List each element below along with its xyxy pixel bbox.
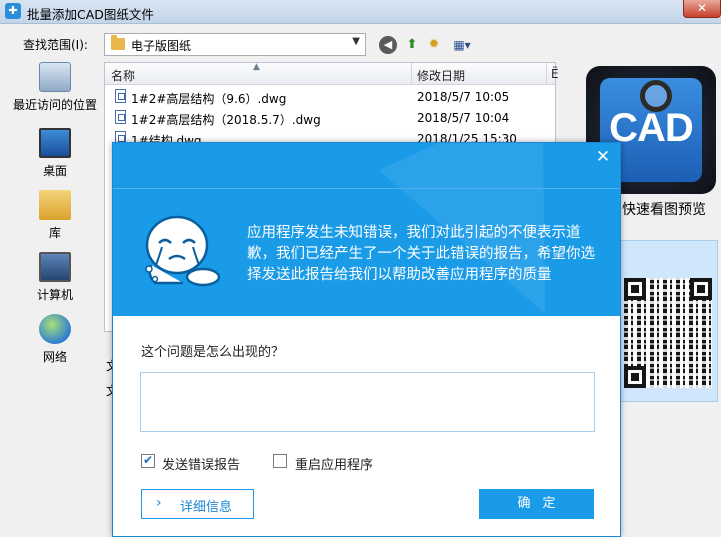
place-label: 桌面 <box>42 164 67 178</box>
column-header-name[interactable]: 名称 <box>111 67 135 84</box>
file-date: 2018/5/7 10:04 <box>417 111 510 125</box>
send-report-checkbox[interactable] <box>141 453 155 468</box>
file-row[interactable]: 1#2#高层结构（9.6）.dwg 2018/5/7 10:05 <box>105 86 555 107</box>
place-desktop[interactable]: 桌面 <box>8 128 102 190</box>
lookin-label: 查找范围(I): <box>23 38 88 52</box>
place-library[interactable]: 库 <box>8 190 102 252</box>
place-recent[interactable]: 最近访问的位置 <box>8 62 102 124</box>
desktop-icon <box>39 128 71 158</box>
send-report-label[interactable]: 发送错误报告 <box>162 454 240 473</box>
window-close-button[interactable]: ✕ <box>683 0 721 18</box>
views-menu-icon[interactable]: ▦▾ <box>450 36 474 54</box>
place-label: 库 <box>48 226 61 240</box>
file-name: 1#2#高层结构（9.6）.dwg <box>131 92 287 106</box>
file-list-header: ▲ 名称 修改日期 Ë <box>105 62 559 85</box>
new-folder-icon[interactable]: ✹ <box>425 36 443 54</box>
window-title: 批量添加CAD图纸文件 <box>27 7 154 22</box>
details-label: 详细信息 <box>180 500 233 515</box>
chevron-down-icon: ▼ <box>352 36 360 47</box>
problem-description-input[interactable] <box>140 372 595 432</box>
computer-icon <box>39 252 71 282</box>
lookin-value: 电子版图纸 <box>131 39 192 53</box>
restart-app-checkbox[interactable] <box>273 454 287 468</box>
ok-button[interactable]: 确定 <box>479 489 594 519</box>
place-computer[interactable]: 计算机 <box>8 252 102 314</box>
column-header-date[interactable]: 修改日期 <box>417 67 465 84</box>
close-icon[interactable]: ✕ <box>592 146 614 168</box>
network-icon <box>39 314 71 344</box>
file-row[interactable]: 1#2#高层结构（2018.5.7）.dwg 2018/5/7 10:04 <box>105 107 555 128</box>
place-label: 计算机 <box>36 288 73 302</box>
question-label: 这个问题是怎么出现的？ <box>141 345 285 360</box>
up-folder-icon[interactable]: ⬆ <box>403 36 421 54</box>
chevron-right-icon: › <box>156 495 162 511</box>
crying-mascot-icon <box>145 215 221 287</box>
app-icon: ✚ <box>5 3 21 19</box>
recent-places-icon <box>39 62 71 92</box>
folder-icon <box>111 35 125 50</box>
error-report-dialog: ✕ 应用程序发生未知错误，我们对此引起的不便表示道歉，我们已经产生了一个关于此错… <box>112 142 621 537</box>
file-date: 2018/5/7 10:05 <box>417 90 510 104</box>
place-network[interactable]: 网络 <box>8 314 102 376</box>
preview-caption: 快速看图预览 <box>622 202 706 218</box>
place-label: 最近访问的位置 <box>12 98 97 112</box>
window-titlebar: ✚ 批量添加CAD图纸文件 ✕ <box>0 0 721 24</box>
dwg-file-icon <box>115 89 126 103</box>
sort-ascending-icon: ▲ <box>253 62 260 72</box>
error-message: 应用程序发生未知错误，我们对此引起的不便表示道歉，我们已经产生了一个关于此错误的… <box>247 225 595 283</box>
column-header-type[interactable]: Ë <box>551 67 559 81</box>
file-name: 1#2#高层结构（2018.5.7）.dwg <box>131 113 321 127</box>
dwg-file-icon <box>115 110 126 124</box>
qr-code-icon <box>624 278 712 388</box>
error-dialog-header: ✕ 应用程序发生未知错误，我们对此引起的不便表示道歉，我们已经产生了一个关于此错… <box>113 143 620 316</box>
place-label: 网络 <box>42 350 67 364</box>
details-button[interactable]: › 详细信息 <box>141 489 254 519</box>
back-icon[interactable]: ◀ <box>379 36 397 54</box>
lookin-dropdown[interactable]: 电子版图纸 ▼ <box>104 33 366 56</box>
restart-app-label[interactable]: 重启应用程序 <box>295 454 373 473</box>
library-icon <box>39 190 71 220</box>
